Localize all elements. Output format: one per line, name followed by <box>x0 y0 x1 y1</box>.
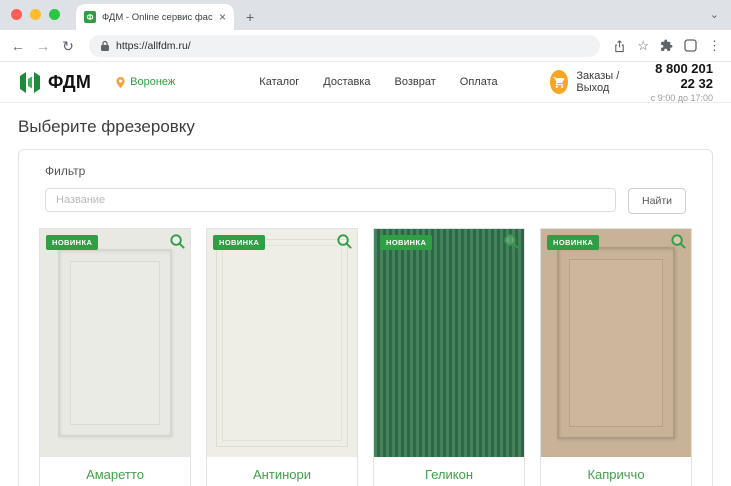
share-icon[interactable] <box>613 39 626 53</box>
product-name[interactable]: Каприччо <box>541 457 691 486</box>
product-card[interactable]: НОВИНКА Каприччо <box>540 228 692 486</box>
nav-item-payment[interactable]: Оплата <box>460 76 498 88</box>
city-selector[interactable]: Воронеж <box>115 76 175 89</box>
traffic-lights <box>11 9 60 20</box>
tab-strip: Ф ФДМ - Online сервис фасадов × + ⌄ <box>0 0 731 30</box>
filter-title: Фильтр <box>45 164 686 178</box>
close-tab-icon[interactable]: × <box>219 11 226 23</box>
main-nav: Каталог Доставка Возврат Оплата <box>259 76 497 88</box>
product-name[interactable]: Антинори <box>207 457 357 486</box>
lock-icon <box>100 40 110 52</box>
product-name[interactable]: Амаретто <box>40 457 190 486</box>
side-panel-icon[interactable] <box>684 39 697 52</box>
new-badge: НОВИНКА <box>46 235 98 250</box>
location-pin-icon <box>115 76 126 89</box>
nav-item-catalog[interactable]: Каталог <box>259 76 299 88</box>
nav-item-returns[interactable]: Возврат <box>395 76 436 88</box>
new-badge: НОВИНКА <box>380 235 432 250</box>
new-badge: НОВИНКА <box>547 235 599 250</box>
search-button[interactable]: Найти <box>628 188 686 214</box>
new-tab-button[interactable]: + <box>246 10 254 24</box>
tab-title: ФДМ - Online сервис фасадов <box>102 12 213 23</box>
bookmark-star-icon[interactable]: ☆ <box>637 39 649 52</box>
magnifier-icon[interactable] <box>670 233 687 255</box>
nav-item-delivery[interactable]: Доставка <box>323 76 370 88</box>
magnifier-icon[interactable] <box>503 233 520 255</box>
product-card[interactable]: НОВИНКА Амаретто <box>39 228 191 486</box>
product-card[interactable]: НОВИНКА Геликон <box>373 228 525 486</box>
back-icon[interactable]: ← <box>10 39 26 53</box>
product-image: НОВИНКА <box>40 229 190 457</box>
filter-section: Фильтр Найти <box>19 164 712 214</box>
address-bar[interactable]: https://allfdm.ru/ <box>89 35 600 57</box>
minimize-window-icon[interactable] <box>30 9 41 20</box>
forward-icon[interactable]: → <box>35 39 51 53</box>
logo-mark-icon <box>18 70 43 95</box>
browser-toolbar: ← → ↻ https://allfdm.ru/ ☆ ⋮ <box>0 30 731 62</box>
close-window-icon[interactable] <box>11 9 22 20</box>
site-favicon-icon: Ф <box>84 11 96 23</box>
phone-number: 8 800 201 22 32 <box>638 61 713 91</box>
working-hours: с 9:00 до 17:00 <box>638 93 713 103</box>
site-header: ФДМ Воронеж Каталог Доставка Возврат Опл… <box>0 62 731 103</box>
product-image: НОВИНКА <box>541 229 691 457</box>
page-title: Выберите фрезеровку <box>18 117 713 137</box>
orders-logout-link[interactable]: Заказы / Выход <box>576 70 638 94</box>
site-logo[interactable]: ФДМ <box>18 70 91 95</box>
cart-icon <box>553 76 566 89</box>
logo-text: ФДМ <box>48 72 91 93</box>
browser-window: Ф ФДМ - Online сервис фасадов × + ⌄ ← → … <box>0 0 731 486</box>
product-image: НОВИНКА <box>207 229 357 457</box>
product-grid: НОВИНКА Амаретто НОВИНКА Антинори <box>19 228 712 486</box>
new-badge: НОВИНКА <box>213 235 265 250</box>
browser-tab[interactable]: Ф ФДМ - Online сервис фасадов × <box>76 4 234 30</box>
product-card[interactable]: НОВИНКА Антинори <box>206 228 358 486</box>
tab-search-chevron-icon[interactable]: ⌄ <box>710 8 719 21</box>
product-image: НОВИНКА <box>374 229 524 457</box>
toolbar-right-icons: ☆ ⋮ <box>613 39 721 53</box>
city-name: Воронеж <box>130 76 175 88</box>
browser-menu-icon[interactable]: ⋮ <box>708 39 721 52</box>
url-text: https://allfdm.ru/ <box>116 40 191 52</box>
account-area: Заказы / Выход <box>550 70 638 94</box>
page-content: Выберите фрезеровку Фильтр Найти НОВИНКА <box>0 117 731 486</box>
filter-row: Найти <box>45 188 686 214</box>
filter-name-input[interactable] <box>45 188 616 212</box>
maximize-window-icon[interactable] <box>49 9 60 20</box>
extensions-puzzle-icon[interactable] <box>660 39 673 52</box>
cart-button[interactable] <box>550 70 569 94</box>
magnifier-icon[interactable] <box>169 233 186 255</box>
catalog-panel: Фильтр Найти НОВИНКА Амаретто <box>18 149 713 486</box>
reload-icon[interactable]: ↻ <box>60 39 76 53</box>
product-name[interactable]: Геликон <box>374 457 524 486</box>
contact-phone-block: 8 800 201 22 32 с 9:00 до 17:00 <box>638 61 713 103</box>
magnifier-icon[interactable] <box>336 233 353 255</box>
